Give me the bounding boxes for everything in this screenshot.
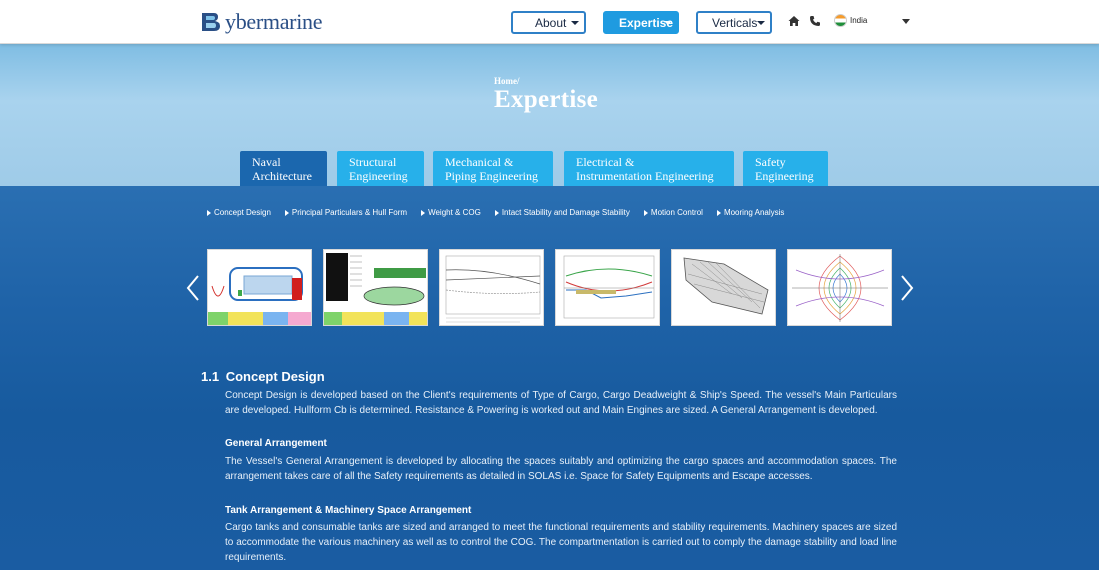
caret-right-icon (207, 209, 211, 216)
paragraph-tank-arrangement: Cargo tanks and consumable tanks are siz… (225, 522, 897, 563)
carousel-thumbnail-hull-form[interactable] (323, 249, 428, 326)
carousel-thumbnail-general-arrangement[interactable] (207, 249, 312, 326)
country-selector[interactable]: India (850, 16, 867, 25)
nav-about-dropdown[interactable]: About (511, 11, 586, 34)
tab-naval-architecture[interactable]: Naval Architecture (240, 151, 327, 186)
tab-label-line1: Electrical & (576, 155, 635, 169)
resistance-curves-chart (440, 250, 543, 325)
carousel-thumbnail-stability-curves[interactable] (555, 249, 660, 326)
tab-structural-engineering[interactable]: Structural Engineering (337, 151, 424, 186)
chevron-down-icon (757, 21, 765, 25)
tab-electrical-instrumentation[interactable]: Electrical & Instrumentation Engineering (564, 151, 734, 186)
caret-right-icon (494, 209, 499, 216)
carousel-thumbnail-hull-3d[interactable] (671, 249, 776, 326)
home-icon[interactable] (788, 15, 800, 27)
carousel-thumbnail-resistance-curves[interactable] (439, 249, 544, 326)
section-number: 1.1 (201, 369, 220, 384)
carousel-prev-icon[interactable] (185, 274, 201, 302)
intro-paragraph: Concept Design is developed based on the… (225, 390, 897, 416)
caret-right-icon (643, 209, 648, 216)
paragraph-general-arrangement: The Vessel's General Arrangement is deve… (225, 456, 897, 482)
sublink-stability[interactable]: Intact Stability and Damage Stability (494, 208, 630, 217)
top-navigation-bar: ybermarine About Expertise Verticals Ind… (0, 0, 1099, 44)
page-title: Expertise (494, 86, 599, 113)
section-heading: 1.1 Concept Design (201, 369, 325, 384)
tab-label-line1: Structural (349, 155, 397, 169)
stability-curves-chart (556, 250, 659, 325)
sublink-mooring-analysis[interactable]: Mooring Analysis (716, 208, 784, 217)
caret-right-icon (421, 209, 426, 216)
section-title: Concept Design (225, 369, 325, 384)
caret-right-icon (284, 209, 289, 216)
carousel-next-icon[interactable] (899, 274, 915, 302)
content-background (0, 186, 1099, 570)
tab-label-line1: Naval (252, 155, 281, 169)
hull-form-drawing (324, 250, 427, 325)
nav-verticals-label: Verticals (712, 15, 758, 30)
general-arrangement-drawing (208, 250, 311, 325)
chevron-down-icon[interactable] (902, 19, 910, 24)
breadcrumb[interactable]: Home/ (494, 76, 520, 86)
sublink-motion-control[interactable]: Motion Control (643, 208, 703, 217)
caret-right-icon (716, 209, 721, 216)
phone-icon[interactable] (809, 15, 821, 27)
nav-verticals-dropdown[interactable]: Verticals (696, 11, 772, 34)
hull-3d-model-drawing (672, 250, 775, 325)
chevron-down-icon (571, 21, 579, 25)
nav-expertise-dropdown[interactable]: Expertise (603, 11, 679, 34)
tab-label-line2: Instrumentation Engineering (576, 169, 714, 183)
logo-text: ybermarine (225, 9, 323, 34)
tab-label-line2: Engineering (755, 169, 814, 183)
tab-label-line1: Mechanical & (445, 155, 514, 169)
tab-safety-engineering[interactable]: Safety Engineering (743, 151, 828, 186)
india-flag-icon (834, 14, 847, 27)
tab-label-line1: Safety (755, 155, 786, 169)
tab-label-line2: Engineering (349, 169, 408, 183)
tab-label-line2: Architecture (252, 169, 312, 183)
nav-about-label: About (535, 15, 567, 30)
carousel-thumbnail-polar-diagram[interactable] (787, 249, 892, 326)
sublink-weight-cog[interactable]: Weight & COG (421, 208, 481, 217)
chevron-down-icon (664, 21, 672, 25)
tab-mechanical-piping[interactable]: Mechanical & Piping Engineering (433, 151, 553, 186)
tab-label-line2: Piping Engineering (445, 169, 538, 183)
cybermarine-logo[interactable]: ybermarine (200, 8, 322, 36)
subheading-general-arrangement: General Arrangement (225, 438, 327, 449)
sublink-principal-particulars[interactable]: Principal Particulars & Hull Form (284, 208, 407, 217)
sublink-concept-design[interactable]: Concept Design (207, 208, 271, 217)
polar-diagram-chart (788, 250, 891, 325)
subheading-tank-arrangement: Tank Arrangement & Machinery Space Arran… (225, 505, 472, 516)
sub-navigation: Concept Design Principal Particulars & H… (207, 208, 798, 217)
logo-icon (202, 13, 220, 31)
